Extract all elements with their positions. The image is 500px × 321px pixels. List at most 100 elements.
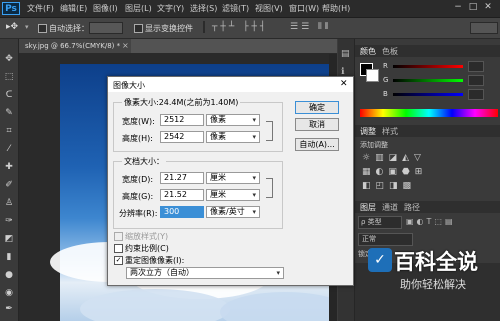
doc-height-unit-select[interactable]: 厘米 ▾ [206,189,260,201]
cancel-button[interactable]: 取消 [295,118,339,131]
blue-slider[interactable] [393,93,463,96]
align-icons[interactable]: ┬┼┴ ├┼┤ [212,22,268,32]
chevron-down-icon[interactable]: ▾ [25,23,29,31]
tab-swatches[interactable]: 色板 [382,46,398,57]
auto-select-dropdown[interactable] [89,22,123,34]
show-transform-checkbox[interactable] [134,24,143,33]
doc-height-input[interactable]: 21.52 [160,189,204,201]
red-label: R [383,62,388,70]
watermark: ✓ 百科全说 助你轻松解决 [368,246,500,302]
cloud [80,289,230,321]
resolution-input[interactable]: 300 [160,206,204,218]
scale-styles-label: 缩放样式(Y) [125,232,169,241]
resample-checkbox[interactable]: ✓ [114,256,123,265]
blue-value[interactable] [468,89,484,100]
cloud [220,292,337,321]
tab-adjustments[interactable]: 调整 [360,126,376,137]
blur-tool-icon[interactable]: ● [3,269,15,281]
red-slider[interactable] [393,65,463,68]
menu-window[interactable]: 窗口(W) [289,3,319,14]
menu-select[interactable]: 选择(S) [190,3,217,14]
eraser-tool-icon[interactable]: ◩ [3,233,15,245]
height-input[interactable]: 2542 [160,131,204,143]
history-icon[interactable]: ▤ [341,49,350,59]
pen-tool-icon[interactable]: ✒ [3,303,15,315]
green-slider[interactable] [393,79,463,82]
close-tab-icon[interactable]: × [122,41,129,50]
watermark-title: 百科全说 [394,250,478,274]
tab-layers[interactable]: 图层 [360,202,376,213]
divider [203,21,205,33]
adjustment-icons-row3[interactable]: ◧◰◨▩ [362,181,416,191]
menu-type[interactable]: 文字(Y) [157,3,184,14]
stamp-tool-icon[interactable]: ♙ [3,197,15,209]
tab-channels[interactable]: 通道 [382,202,398,213]
watermark-logo-icon: ✓ [368,248,392,272]
scale-styles-checkbox[interactable] [114,232,123,241]
gradient-tool-icon[interactable]: ▮ [3,251,15,263]
red-value[interactable] [468,61,484,72]
blend-mode-dropdown[interactable]: 正常 [358,233,413,246]
crop-tool-icon[interactable]: ⌗ [3,125,15,137]
menu-filter[interactable]: 滤镜(T) [222,3,249,14]
move-tool-icon[interactable]: ▸✥ [6,22,18,32]
height-unit-select[interactable]: 像素 ▾ [206,131,260,143]
adjustment-icons-row1[interactable]: ☼▥◪◭▽ [362,153,426,163]
move-tool-icon[interactable]: ✥ [3,53,15,65]
pixel-dimensions-group [113,102,283,152]
dodge-tool-icon[interactable]: ◉ [3,287,15,299]
lasso-tool-icon[interactable]: ᑕ [3,89,15,101]
document-size-label: 文档大小： [122,156,166,167]
layers-panel-header: 图层 通道 路径 [354,201,500,213]
adjustment-icons-row2[interactable]: ▦◐▣⬣⊞ [362,167,427,177]
brush-tool-icon[interactable]: ✐ [3,179,15,191]
color-spectrum[interactable] [360,109,498,117]
ok-button[interactable]: 确定 [295,101,339,114]
menu-edit[interactable]: 编辑(E) [60,3,87,14]
doc-width-unit-select[interactable]: 厘米 ▾ [206,172,260,184]
width-input[interactable]: 2512 [160,114,204,126]
tools-panel: ✥ ⬚ ᑕ ✎ ⌗ ⁄ ✚ ✐ ♙ ✑ ◩ ▮ ● ◉ ✒ [0,39,19,321]
tab-paths[interactable]: 路径 [404,202,420,213]
watermark-subtitle: 助你轻松解决 [400,278,466,291]
history-brush-tool-icon[interactable]: ✑ [3,215,15,227]
menu-help[interactable]: 帮助(H) [322,3,350,14]
doc-width-input[interactable]: 21.27 [160,172,204,184]
menu-layer[interactable]: 图层(L) [125,3,152,14]
close-icon[interactable]: ✕ [340,79,348,89]
resolution-unit-select[interactable]: 像素/英寸 ▾ [206,206,260,218]
healing-tool-icon[interactable]: ✚ [3,161,15,173]
marquee-tool-icon[interactable]: ⬚ [3,71,15,83]
workspace-dropdown[interactable] [470,22,498,34]
eyedropper-tool-icon[interactable]: ⁄ [3,143,15,155]
menu-view[interactable]: 视图(V) [255,3,283,14]
photoshop-logo: Ps [2,2,20,15]
auto-select-checkbox[interactable] [38,24,47,33]
show-transform-label: 显示变换控件 [145,24,193,33]
layer-filter-icons[interactable]: ▣◐T⬚▤ [406,217,456,226]
dialog-title-bar[interactable]: 图像大小 ✕ [108,77,353,92]
menu-file[interactable]: 文件(F) [27,3,54,14]
document-tab[interactable]: sky.jpg @ 66.7%(CMYK/8) * × [19,39,131,53]
doc-width-label: 宽度(D): [122,175,154,184]
layer-filter-dropdown[interactable]: ρ 类型 [358,216,402,229]
menu-bar: Ps 文件(F) 编辑(E) 图像(I) 图层(L) 文字(Y) 选择(S) 滤… [0,0,500,18]
menu-image[interactable]: 图像(I) [93,3,118,14]
image-size-dialog: 图像大小 ✕ 像素大小:24.4M(之前为1.40M) 宽度(W): 2512 … [107,76,354,286]
link-bracket [266,178,273,198]
auto-button[interactable]: 自动(A)... [295,138,339,151]
distribute-icons[interactable]: ☰☰ ⫴⫴ [290,22,332,32]
tab-styles[interactable]: 样式 [382,126,398,137]
maximize-button[interactable]: □ [467,2,479,13]
doc-height-label: 高度(G): [122,192,154,201]
green-value[interactable] [468,75,484,86]
quick-select-tool-icon[interactable]: ✎ [3,107,15,119]
minimize-button[interactable]: − [452,2,464,13]
resample-method-select[interactable]: 两次立方（自动） ▾ [126,267,284,279]
tab-color[interactable]: 颜色 [360,46,376,57]
constrain-checkbox[interactable] [114,244,123,253]
width-unit-select[interactable]: 像素 ▾ [206,114,260,126]
auto-select-label: 自动选择： [49,24,89,33]
close-window-button[interactable]: ✕ [482,2,494,13]
background-color-swatch[interactable] [366,69,379,82]
